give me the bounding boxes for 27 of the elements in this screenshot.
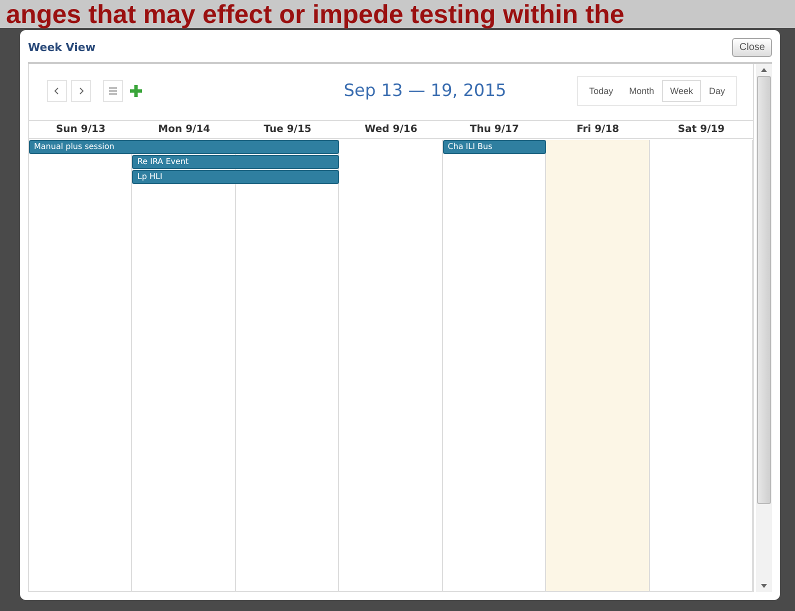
day-header: Sun 9/13: [54, 123, 106, 137]
scrollbar[interactable]: [756, 64, 772, 592]
arrow-up-icon: [761, 67, 767, 72]
banner-text: anges that may effect or impede testing within the: [0, 0, 795, 28]
view-tab[interactable]: Week: [662, 80, 701, 102]
chevron-right-icon: [77, 87, 85, 95]
day-header: Wed 9/16: [364, 123, 418, 137]
add-icon[interactable]: [129, 84, 143, 98]
arrow-down-icon: [761, 584, 767, 589]
previous-button[interactable]: [47, 80, 67, 102]
list-icon: [108, 87, 118, 95]
day-header: Thu 9/17: [468, 123, 520, 137]
chevron-left-icon: [53, 87, 61, 95]
dialog-title: Week View: [28, 41, 96, 54]
date-range-title: Sep 13 — 19, 2015: [344, 81, 506, 101]
next-button[interactable]: [71, 80, 91, 102]
day-header: Fri 9/18: [576, 123, 620, 137]
calendar-event[interactable]: Re IRA Event: [132, 155, 340, 169]
calendar-event[interactable]: Lp HLI: [132, 170, 340, 184]
day-header: Mon 9/14: [157, 123, 212, 137]
scrollbar-thumb[interactable]: [757, 76, 771, 504]
close-button[interactable]: Close: [732, 38, 772, 57]
list-button[interactable]: [103, 80, 123, 102]
day-header: Tue 9/15: [262, 123, 312, 137]
calendar-event[interactable]: Cha ILI Bus: [442, 140, 546, 154]
day-header: Sat 9/19: [676, 123, 726, 137]
calendar-event[interactable]: Manual plus session: [29, 140, 340, 154]
